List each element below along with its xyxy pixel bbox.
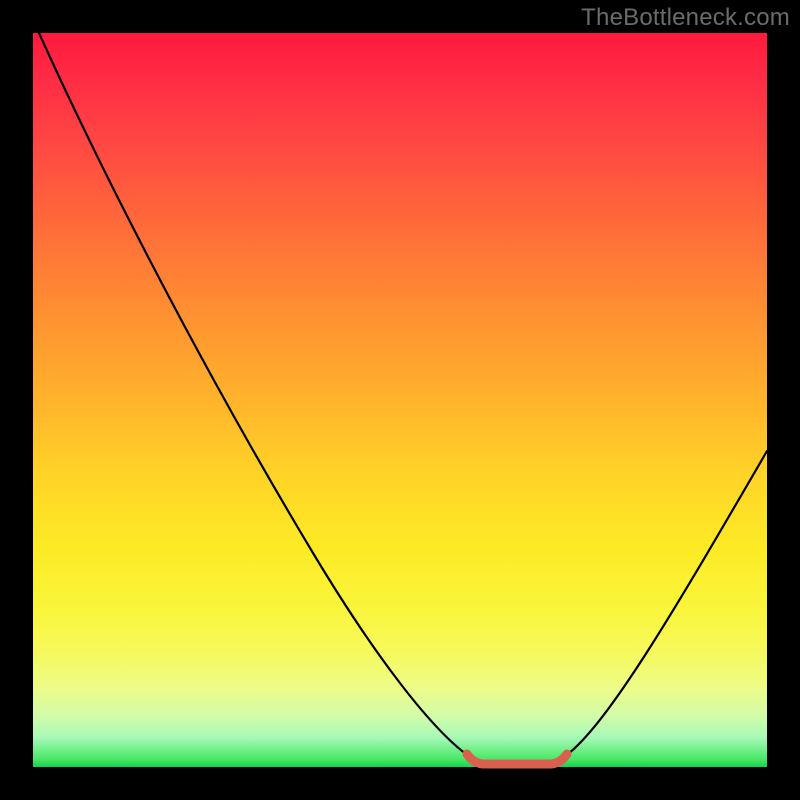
bottleneck-curve-left: [39, 33, 473, 759]
plot-area: [33, 33, 767, 767]
chart-frame: TheBottleneck.com: [0, 0, 800, 800]
bottleneck-curve-svg: [33, 33, 767, 767]
watermark-text: TheBottleneck.com: [581, 4, 790, 32]
optimal-range-marker: [467, 754, 567, 764]
bottleneck-curve-right: [561, 451, 767, 759]
